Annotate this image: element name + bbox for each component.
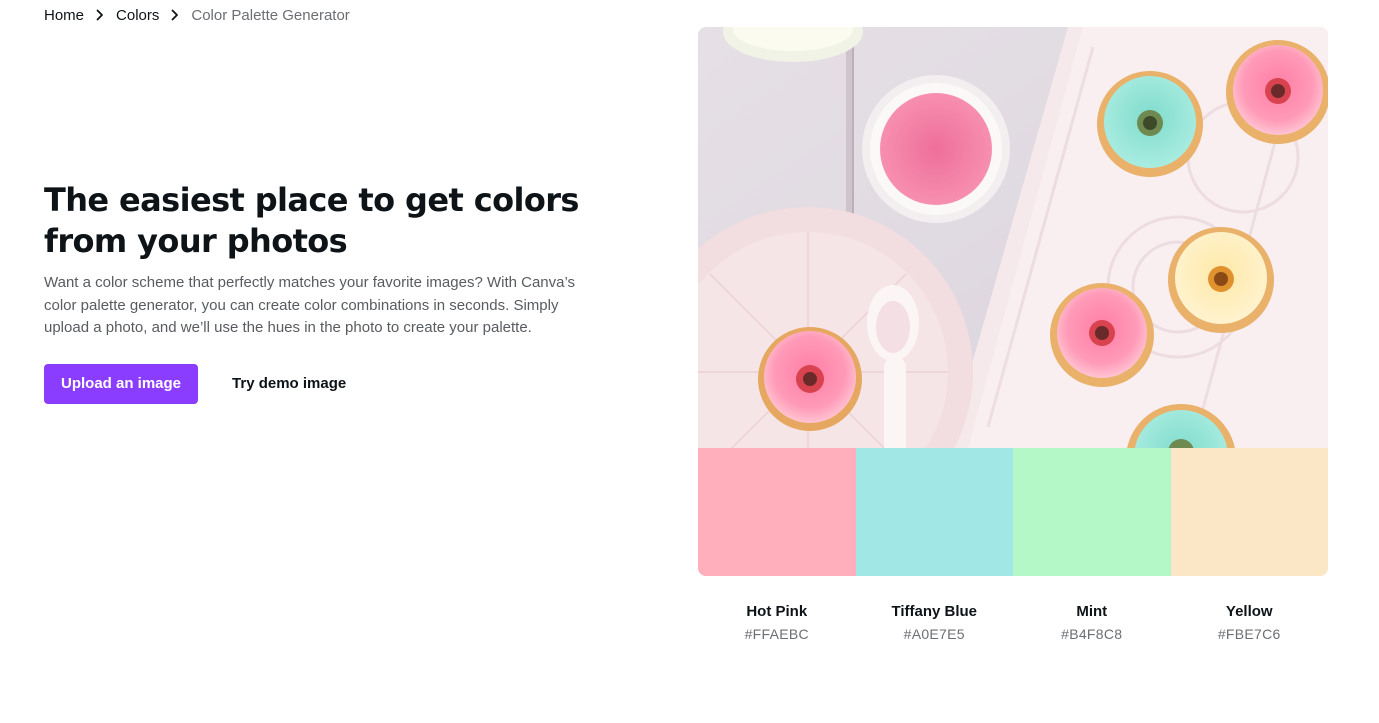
breadcrumb-current-page: Color Palette Generator [191,6,350,24]
color-name: Tiffany Blue [891,603,978,620]
hero-actions: Upload an image Try demo image [44,363,604,404]
color-name: Yellow [1225,603,1273,620]
palette-label: Yellow #FBE7C6 [1171,602,1329,643]
palette-card [698,27,1328,576]
palette-label: Tiffany Blue #A0E7E5 [856,602,1014,643]
color-name: Hot Pink [746,603,808,620]
color-hex: #FBE7C6 [1217,626,1281,642]
chevron-right-icon [159,5,191,25]
page: Home Colors Color Palette Generator The … [0,0,1379,723]
breadcrumb-colors-link[interactable]: Colors [116,7,159,24]
page-title-line-1: The easiest place to get colors [44,181,579,219]
page-title-line-2: from your photos [44,222,348,260]
demo-photo [698,27,1328,448]
breadcrumb: Home Colors Color Palette Generator [44,5,350,25]
color-hex: #FFAEBC [744,626,809,642]
palette-label: Hot Pink #FFAEBC [698,602,856,643]
color-hex: #B4F8C8 [1061,626,1123,642]
hero-section: The easiest place to get colors from you… [44,180,604,404]
try-demo-image-button[interactable]: Try demo image [208,364,370,404]
chevron-right-icon [84,5,116,25]
page-title: The easiest place to get colors from you… [44,180,604,262]
upload-image-button[interactable]: Upload an image [44,363,199,404]
palette-labels: Hot Pink #FFAEBC Tiffany Blue #A0E7E5 Mi… [698,602,1328,643]
palette-swatches [698,448,1328,576]
swatch-tiffany-blue[interactable] [855,448,1013,576]
swatch-yellow[interactable] [1170,448,1328,576]
swatch-hot-pink[interactable] [698,448,856,576]
palette-label: Mint #B4F8C8 [1013,602,1171,643]
hero-description: Want a color scheme that perfectly match… [44,274,576,336]
swatch-mint[interactable] [1013,448,1171,576]
color-hex: #A0E7E5 [903,626,965,642]
breadcrumb-home-link[interactable]: Home [44,7,84,24]
color-name: Mint [1076,603,1108,620]
